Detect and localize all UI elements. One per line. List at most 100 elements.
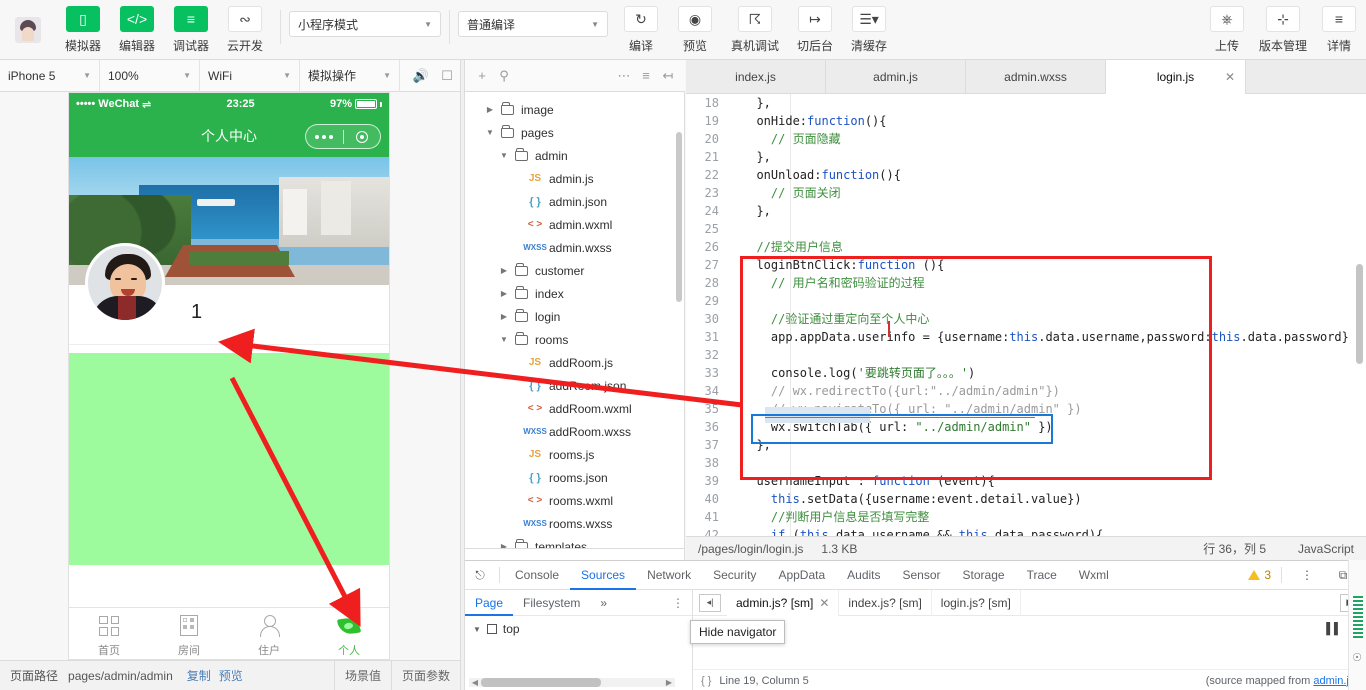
navigator-tab-2[interactable]: » — [590, 590, 617, 616]
source-tab-2[interactable]: login.js? [sm] — [932, 589, 1021, 616]
tabbar-item-personal[interactable]: 个人 — [309, 614, 389, 658]
tree-item-rooms-json[interactable]: { } rooms.json — [465, 466, 684, 489]
code-text: onHide:function(){ — [742, 114, 887, 128]
editor-button[interactable]: </> 编辑器 — [110, 0, 164, 58]
navigator-root-item[interactable]: ▼ top — [465, 616, 692, 642]
rotate-icon[interactable]: ☐ — [436, 65, 458, 87]
tree-item-rooms-js[interactable]: JS rooms.js — [465, 443, 684, 466]
sort-icon[interactable]: ≡ — [635, 65, 657, 87]
pause-icon[interactable]: ▐▐ — [1320, 620, 1340, 638]
tree-item-addRoom-wxml[interactable]: < > addRoom.wxml — [465, 397, 684, 420]
collapse-icon[interactable]: ↤ — [657, 65, 679, 87]
navigator-more-icon[interactable]: ⋮ — [672, 596, 692, 610]
wechat-capsule-button[interactable] — [305, 124, 381, 149]
navigator-hscrollbar[interactable]: ◀ ▶ — [469, 678, 675, 687]
devtools-tab-sources[interactable]: Sources — [570, 561, 636, 590]
device-debug-button[interactable]: ☈ 真机调试 — [722, 0, 788, 58]
editor-tab-index-js[interactable]: index.js — [686, 60, 826, 94]
tree-item-templates[interactable]: ▶ templates — [465, 535, 684, 548]
search-icon[interactable]: ⚲ — [493, 65, 515, 87]
tree-item-customer[interactable]: ▶ customer — [465, 259, 684, 282]
tree-item-image[interactable]: ▶ image — [465, 98, 684, 121]
network-select[interactable]: WiFi ▼ — [200, 59, 300, 92]
preview-button[interactable]: ◉ 预览 — [668, 0, 722, 58]
tree-item-admin-wxml[interactable]: < > admin.wxml — [465, 213, 684, 236]
tree-item-index[interactable]: ▶ index — [465, 282, 684, 305]
tree-item-admin[interactable]: ▼ admin — [465, 144, 684, 167]
close-icon[interactable]: ✕ — [1225, 70, 1235, 84]
simulator-button[interactable]: ▯ 模拟器 — [56, 0, 110, 58]
details-button[interactable]: ≡ 详情 — [1312, 0, 1366, 58]
user-avatar[interactable] — [0, 0, 56, 60]
more-vertical-icon[interactable]: ⋮ — [1292, 561, 1322, 590]
file-tree-scrollbar[interactable] — [676, 132, 682, 302]
source-tab-1[interactable]: index.js? [sm] — [839, 589, 932, 616]
editor-tab-admin-js[interactable]: admin.js — [826, 60, 966, 94]
copy-path-link[interactable]: 复制 — [183, 661, 215, 690]
warning-badge[interactable]: 3 — [1248, 568, 1271, 582]
devtools-tab-sensor[interactable]: Sensor — [892, 561, 952, 590]
devtools-tab-network[interactable]: Network — [636, 561, 702, 590]
mode-select[interactable]: 小程序模式 ▼ — [289, 11, 441, 37]
page-params-button[interactable]: 页面参数 — [390, 660, 460, 690]
tree-item-label: admin.wxss — [549, 240, 612, 255]
folder-icon — [511, 147, 531, 161]
notification-bell-icon[interactable]: ☉ — [1352, 651, 1362, 664]
compile-select[interactable]: 普通编译 ▼ — [458, 11, 608, 37]
tree-item-addRoom-json[interactable]: { } addRoom.json — [465, 374, 684, 397]
source-tab-0[interactable]: admin.js? [sm] ✕ — [727, 589, 840, 616]
operation-select[interactable]: 模拟操作 ▼ — [300, 59, 400, 92]
cloud-dev-button[interactable]: ∾ 云开发 — [218, 0, 272, 58]
braces-icon[interactable]: { } — [701, 675, 711, 687]
devtools-tab-storage[interactable]: Storage — [952, 561, 1016, 590]
clear-cache-button[interactable]: ☰▾ 清缓存 — [842, 0, 896, 58]
toggle-navigator-button[interactable]: ◂| — [699, 593, 721, 612]
code-line: 20 // 页面隐藏 — [686, 130, 1366, 148]
capsule-close-icon[interactable] — [344, 130, 381, 143]
inspect-icon[interactable]: ⎋ — [465, 561, 495, 590]
devtools-tab-appdata[interactable]: AppData — [767, 561, 836, 590]
capsule-more-icon[interactable] — [306, 134, 343, 139]
tree-item-login[interactable]: ▶ login — [465, 305, 684, 328]
devtools-tab-wxml[interactable]: Wxml — [1068, 561, 1120, 590]
phone-simulator[interactable]: ••••• WeChat ⇌ 23:25 97% 个人中心 1 首页 房间 住户… — [68, 92, 390, 660]
version-control-button[interactable]: ⊹ 版本管理 — [1254, 0, 1312, 58]
devtools-tab-trace[interactable]: Trace — [1016, 561, 1068, 590]
devtools-tab-console[interactable]: Console — [504, 561, 570, 590]
profile-avatar[interactable] — [85, 243, 165, 323]
add-icon[interactable]: + — [471, 65, 493, 87]
tree-item-admin-js[interactable]: JS admin.js — [465, 167, 684, 190]
editor-scrollbar[interactable] — [1356, 264, 1363, 364]
close-icon[interactable]: ✕ — [819, 596, 829, 610]
code-editor[interactable]: 18 }, 19 onHide:function(){20 // 页面隐藏 21 }… — [686, 94, 1366, 536]
devtools-tab-security[interactable]: Security — [702, 561, 767, 590]
debugger-button[interactable]: ≡ 调试器 — [164, 0, 218, 58]
file-tree[interactable]: ▶ image ▼ pages ▼ admin JS admin.js { } admin.jso… — [465, 92, 685, 548]
tree-item-rooms[interactable]: ▼ rooms — [465, 328, 684, 351]
tree-item-rooms-wxss[interactable]: WXSS rooms.wxss — [465, 512, 684, 535]
tree-item-admin-json[interactable]: { } admin.json — [465, 190, 684, 213]
tree-item-rooms-wxml[interactable]: < > rooms.wxml — [465, 489, 684, 512]
tree-item-pages[interactable]: ▼ pages — [465, 121, 684, 144]
more-icon[interactable]: ⋯ — [613, 65, 635, 87]
background-button[interactable]: ↦ 切后台 — [788, 0, 842, 58]
preview-path-link[interactable]: 预览 — [215, 661, 247, 690]
tree-item-addRoom-wxss[interactable]: WXSS addRoom.wxss — [465, 420, 684, 443]
compile-button[interactable]: ↻ 编译 — [614, 0, 668, 58]
device-select[interactable]: iPhone 5 ▼ — [0, 59, 100, 92]
editor-tab-admin-wxss[interactable]: admin.wxss — [966, 60, 1106, 94]
scene-value-button[interactable]: 场景值 — [333, 660, 391, 690]
navigator-tab-1[interactable]: Filesystem — [513, 590, 590, 616]
tabbar-item-home[interactable]: 首页 — [69, 614, 149, 658]
devtools-tab-audits[interactable]: Audits — [836, 561, 891, 590]
upload-button[interactable]: ⎈ 上传 — [1200, 0, 1254, 58]
zoom-select[interactable]: 100% ▼ — [100, 59, 200, 92]
navigator-tab-0[interactable]: Page — [465, 590, 513, 616]
tree-item-addRoom-js[interactable]: JS addRoom.js — [465, 351, 684, 374]
tabbar-item-rooms[interactable]: 房间 — [149, 614, 229, 658]
volume-icon[interactable]: 🔊 — [410, 65, 432, 87]
tabbar-item-residents[interactable]: 住户 — [229, 614, 309, 658]
editor-tab-login-js[interactable]: login.js ✕ — [1106, 60, 1246, 94]
tree-item-admin-wxss[interactable]: WXSS admin.wxss — [465, 236, 684, 259]
device-debug-label: 真机调试 — [730, 39, 779, 53]
